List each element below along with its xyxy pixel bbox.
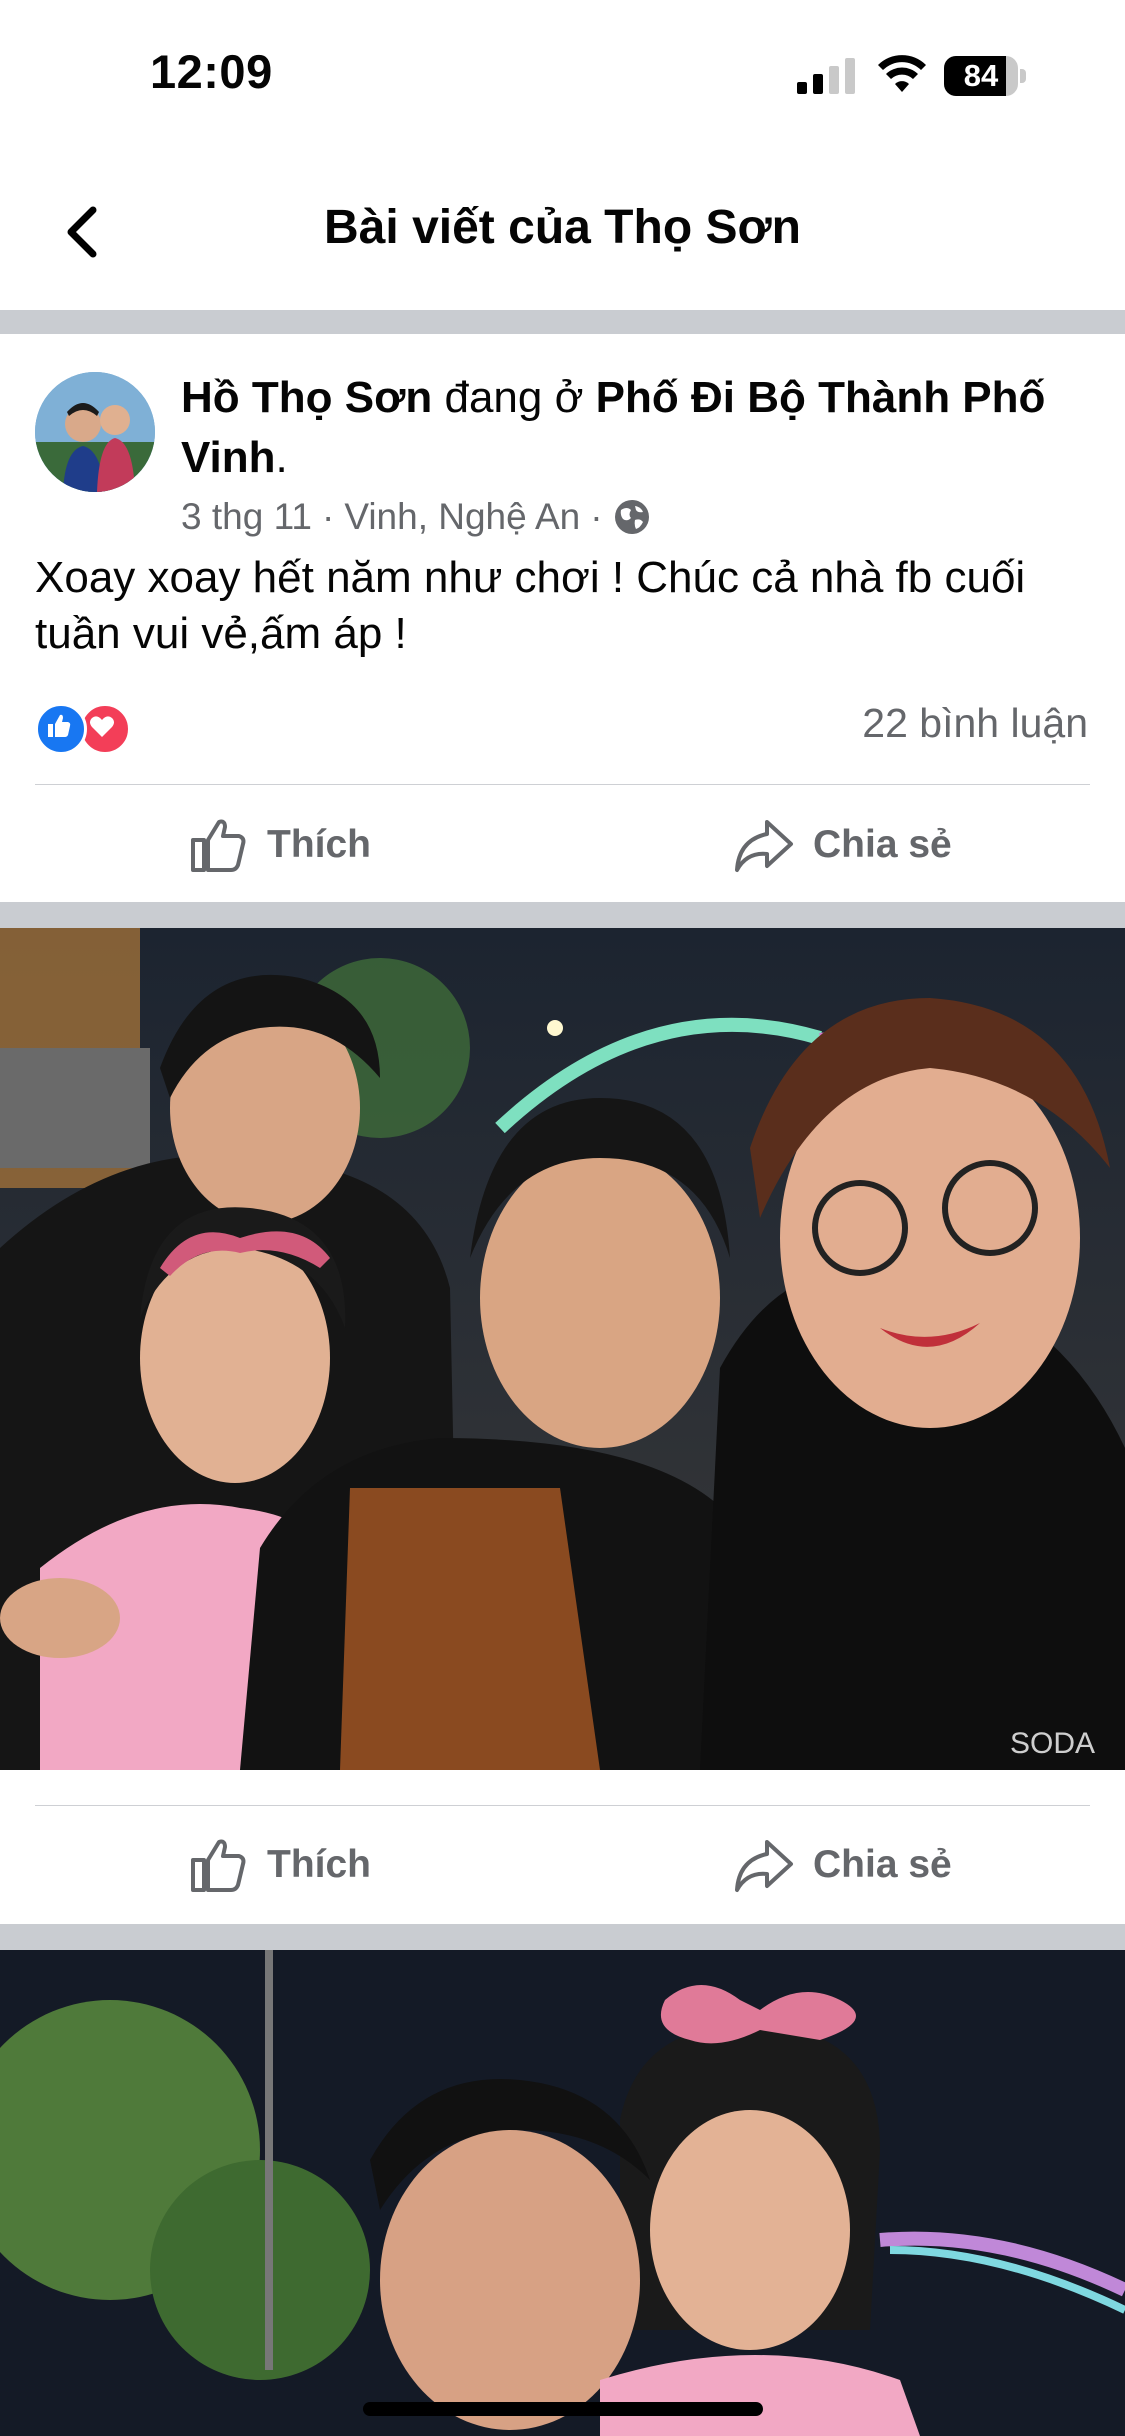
share-arrow-icon [735, 1840, 793, 1892]
meta-separator: · [321, 496, 335, 537]
share-label: Chia sẻ [813, 1843, 952, 1886]
like-button[interactable]: Thích [187, 1810, 371, 1920]
thumbs-up-icon [191, 1839, 246, 1892]
share-arrow-icon [735, 820, 793, 872]
like-label: Thích [267, 823, 371, 866]
separator-line [35, 1805, 1090, 1806]
section-divider [0, 310, 1125, 334]
post-date[interactable]: 3 thg 11 [181, 496, 312, 538]
post-action-bar: Thích Chia sẻ [0, 1810, 1125, 1920]
battery-icon: 84 [944, 56, 1026, 96]
nav-bar: Bài viết của Thọ Sơn [0, 150, 1125, 311]
post-location[interactable]: Vinh, Nghệ An [344, 496, 580, 538]
battery-level: 84 [963, 58, 999, 93]
comment-count[interactable]: 22 bình luận [862, 700, 1088, 747]
status-bar: 12:09 84 [0, 0, 1125, 150]
like-button[interactable]: Thích [187, 790, 371, 900]
cellular-signal-icon [797, 58, 855, 94]
post-action-bar: Thích Chia sẻ [0, 790, 1125, 900]
share-label: Chia sẻ [813, 823, 952, 866]
author-avatar[interactable] [35, 372, 155, 492]
post-headline: Hồ Thọ Sơn đang ở Phố Đi Bộ Thành Phố Vi… [181, 368, 1081, 488]
family-selfie-photo-1[interactable]: SODA [0, 928, 1125, 1770]
post-text: Xoay xoay hết năm như chơi ! Chúc cả nhà… [35, 553, 1026, 658]
share-button[interactable]: Chia sẻ [733, 1810, 952, 1920]
status-time: 12:09 [150, 45, 273, 98]
action-text: đang ở [432, 373, 596, 422]
section-divider [0, 1924, 1125, 1950]
meta-separator: · [590, 496, 603, 537]
like-label: Thích [267, 1843, 371, 1886]
author-name[interactable]: Hồ Thọ Sơn [181, 373, 432, 422]
reaction-summary[interactable] [35, 703, 135, 755]
page-title: Bài viết của Thọ Sơn [324, 201, 801, 254]
photo-watermark: SODA [1010, 1727, 1095, 1760]
headline-period: . [275, 433, 288, 482]
wifi-icon [878, 55, 926, 92]
separator-line [35, 784, 1090, 785]
family-selfie-photo-2[interactable] [0, 1950, 1125, 2436]
globe-icon [614, 500, 649, 534]
thumbs-up-icon [191, 819, 246, 872]
post-meta: 3 thg 11 · Vinh, Nghệ An · [181, 496, 651, 538]
home-indicator[interactable] [363, 2402, 763, 2416]
like-reaction-icon [35, 703, 87, 755]
section-divider [0, 902, 1125, 928]
share-button[interactable]: Chia sẻ [733, 790, 952, 900]
